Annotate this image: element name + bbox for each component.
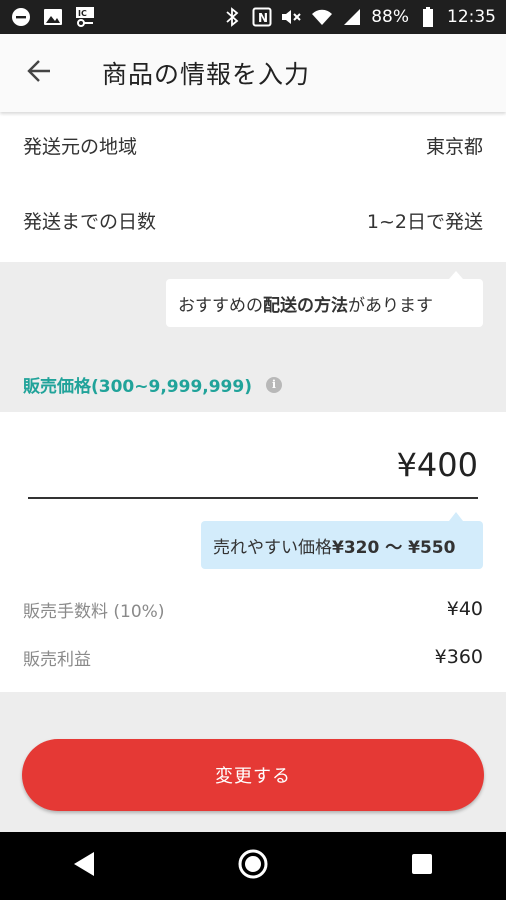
nav-recents-button[interactable] — [392, 836, 452, 896]
status-right: N 88% 12:35 — [221, 6, 496, 28]
shipping-days-row[interactable]: 発送までの日数 1~2日で発送 — [0, 178, 506, 262]
price-range-label: 販売価格(300~9,999,999) — [23, 377, 252, 397]
back-button[interactable] — [0, 34, 78, 112]
profit-value: ¥360 — [434, 646, 483, 668]
nav-home-button[interactable] — [223, 836, 283, 896]
submit-change-button[interactable]: 変更する — [22, 739, 484, 811]
info-icon[interactable]: i — [266, 376, 282, 393]
status-left-icons: IC — [10, 6, 96, 28]
battery-percent: 88% — [371, 7, 409, 27]
bluetooth-icon — [221, 6, 243, 28]
shipping-origin-value: 東京都 — [425, 135, 483, 158]
status-bar: IC N 88% 12:35 — [0, 0, 506, 34]
shipping-tip-link: 配送の方法 — [263, 295, 348, 316]
battery-icon — [417, 6, 439, 28]
svg-text:N: N — [258, 11, 268, 25]
ic-key-icon: IC — [74, 6, 96, 28]
mute-icon — [281, 6, 303, 28]
suggest-range: ¥320 〜 ¥550 — [332, 537, 456, 558]
page-title: 商品の情報を入力 — [102, 60, 311, 89]
price-section-label: 販売価格(300~9,999,999) i — [23, 372, 282, 397]
arrow-left-icon — [26, 58, 52, 88]
triangle-back-icon — [72, 851, 96, 881]
minus-circle-icon — [10, 6, 32, 28]
clock: 12:35 — [447, 7, 496, 27]
svg-text:IC: IC — [78, 9, 87, 18]
profit-row: 販売利益 ¥360 — [23, 644, 483, 670]
fee-label: 販売手数料 (10%) — [23, 601, 165, 622]
image-icon — [42, 6, 64, 28]
nav-back-button[interactable] — [54, 836, 114, 896]
shipping-method-tip[interactable]: おすすめの 配送の方法 があります — [166, 279, 483, 327]
fee-value: ¥40 — [446, 598, 483, 620]
square-recents-icon — [411, 853, 433, 879]
suggest-tip-arrow — [449, 512, 463, 521]
shipping-days-value: 1~2日で発送 — [366, 210, 483, 233]
price-input[interactable] — [28, 446, 478, 484]
shipping-tip-prefix: おすすめの — [178, 295, 263, 316]
nfc-icon: N — [251, 6, 273, 28]
suggest-prefix: 売れやすい価格 — [213, 537, 332, 558]
wifi-icon — [311, 6, 333, 28]
circle-home-icon — [237, 848, 269, 884]
profit-label: 販売利益 — [23, 649, 91, 670]
price-input-underline — [28, 497, 478, 499]
app-bar: 商品の情報を入力 — [0, 34, 506, 112]
shipping-days-label: 発送までの日数 — [23, 210, 157, 233]
shipping-origin-label: 発送元の地域 — [23, 135, 138, 158]
signal-icon — [341, 6, 363, 28]
suggested-price-tip: 売れやすい価格 ¥320 〜 ¥550 — [201, 521, 483, 569]
shipping-tip-suffix: があります — [348, 295, 433, 316]
fee-row: 販売手数料 (10%) ¥40 — [23, 596, 483, 622]
shipping-origin-row[interactable]: 発送元の地域 東京都 — [0, 112, 506, 178]
shipping-tip-arrow — [449, 271, 463, 279]
system-nav-bar — [0, 832, 506, 900]
